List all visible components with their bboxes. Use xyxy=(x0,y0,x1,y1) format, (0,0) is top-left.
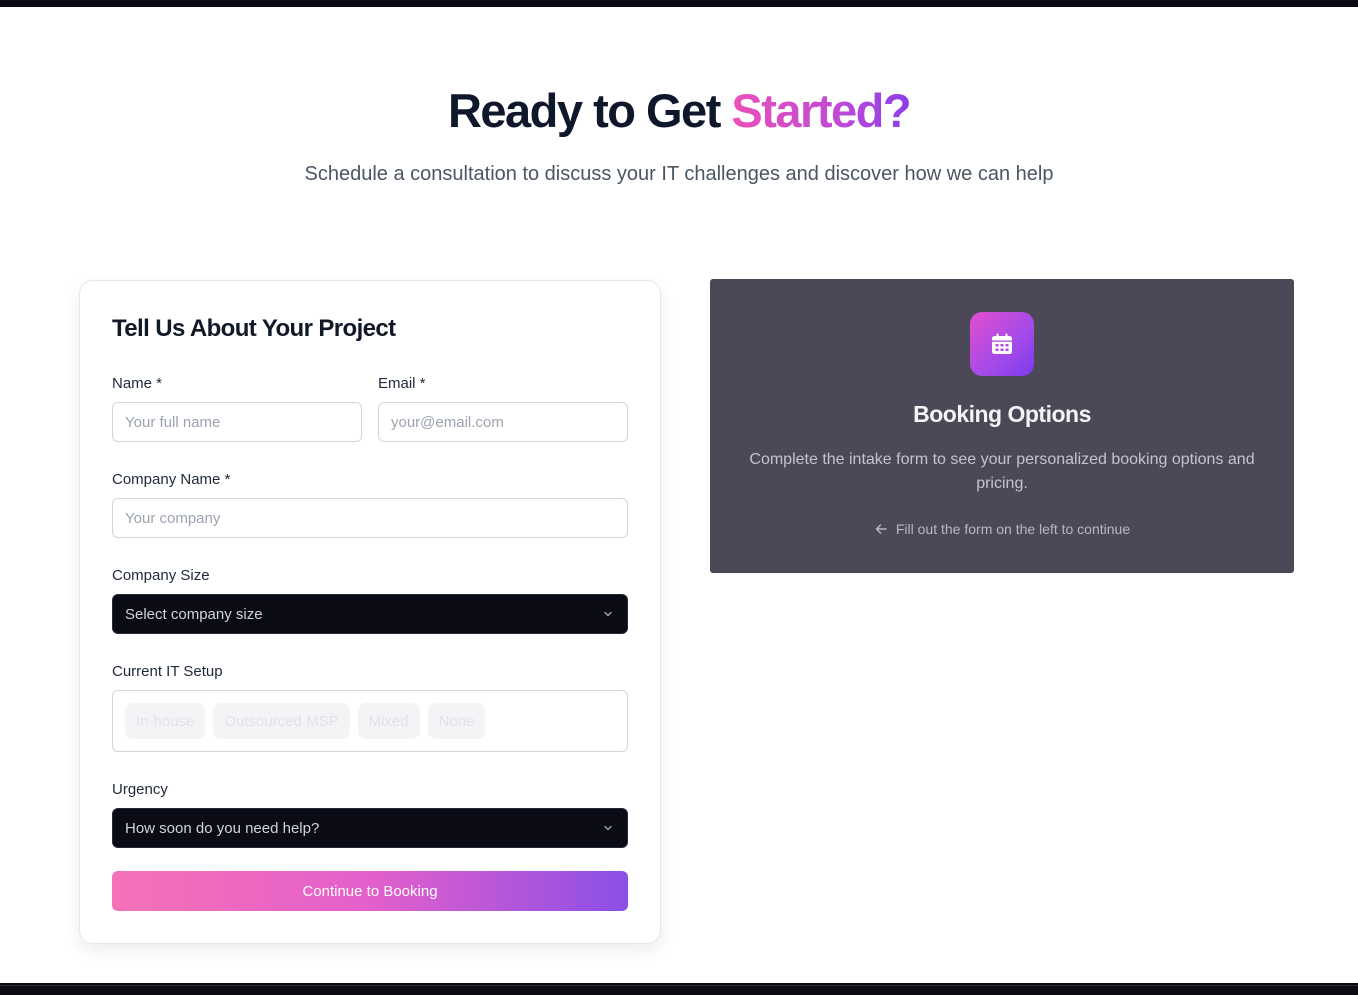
it-setup-options: In-house Outsourced MSP Mixed None xyxy=(112,690,628,752)
booking-hint: Fill out the form on the left to continu… xyxy=(710,521,1294,537)
chevron-down-icon xyxy=(604,611,612,617)
it-setup-option-mixed[interactable]: Mixed xyxy=(357,703,420,739)
calendar-icon xyxy=(992,333,1012,354)
name-label: Name * xyxy=(112,375,163,392)
page-title-accent: Started? xyxy=(731,84,911,137)
it-setup-option-in-house[interactable]: In-house xyxy=(125,703,206,739)
page-title: Ready to Get Started? xyxy=(0,82,1358,140)
hero-section: Ready to Get Started? Schedule a consult… xyxy=(0,82,1358,188)
urgency-value: How soon do you need help? xyxy=(125,819,320,837)
booking-hint-text: Fill out the form on the left to continu… xyxy=(895,521,1131,537)
page-subtitle: Schedule a consultation to discuss your … xyxy=(304,163,1054,185)
it-setup-option-none[interactable]: None xyxy=(427,703,486,739)
it-setup-option-outsourced-msp[interactable]: Outsourced MSP xyxy=(213,703,350,739)
booking-title: Booking Options xyxy=(913,401,1091,427)
page-title-main: Ready to Get xyxy=(447,84,732,137)
email-field[interactable] xyxy=(378,402,628,442)
arrow-left-icon xyxy=(875,524,887,534)
email-label: Email * xyxy=(378,375,426,392)
name-field[interactable] xyxy=(112,402,362,442)
form-title: Tell Us About Your Project xyxy=(112,315,396,342)
company-field[interactable] xyxy=(112,498,628,538)
calendar-badge xyxy=(970,312,1034,376)
company-size-select[interactable]: Select company size xyxy=(112,594,628,634)
booking-description: Complete the intake form to see your per… xyxy=(749,451,1255,492)
it-setup-label: Current IT Setup xyxy=(112,663,223,680)
company-size-label: Company Size xyxy=(112,567,210,584)
bottom-bar xyxy=(0,983,1358,995)
urgency-select[interactable]: How soon do you need help? xyxy=(112,808,628,848)
urgency-label: Urgency xyxy=(112,781,168,798)
top-bar xyxy=(0,0,1358,7)
company-label: Company Name * xyxy=(112,471,231,488)
continue-to-booking-button[interactable]: Continue to Booking xyxy=(112,871,628,911)
booking-options-panel: Booking Options Complete the intake form… xyxy=(710,279,1294,573)
chevron-down-icon xyxy=(604,825,612,831)
intake-form-card: Tell Us About Your Project Name * Email … xyxy=(79,280,661,944)
company-size-value: Select company size xyxy=(125,605,263,623)
